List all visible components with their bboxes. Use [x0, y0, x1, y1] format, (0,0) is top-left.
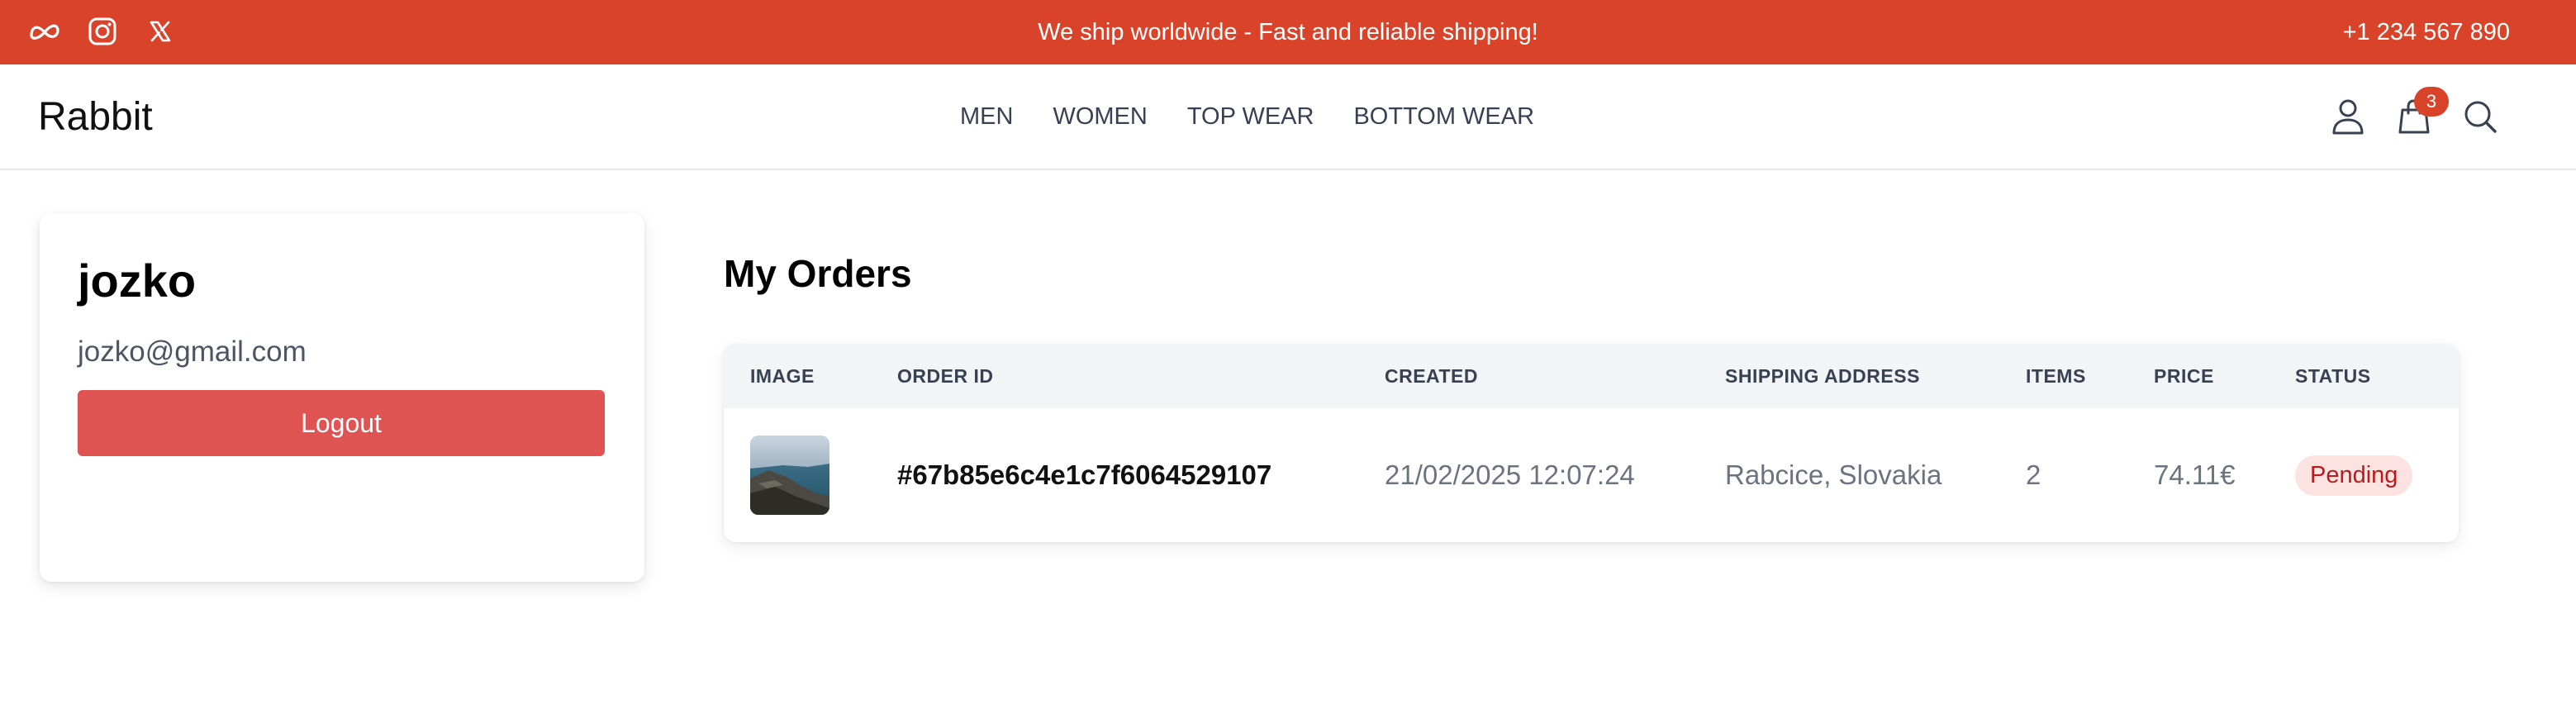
- orders-table: IMAGE ORDER ID CREATED SHIPPING ADDRESS …: [724, 344, 2459, 542]
- nav-links: MEN WOMEN TOP WEAR BOTTOM WEAR: [960, 64, 1534, 169]
- table-header: IMAGE ORDER ID CREATED SHIPPING ADDRESS …: [724, 344, 2459, 408]
- order-items-count: 2: [2026, 459, 2041, 490]
- order-price: 74.11€: [2154, 459, 2236, 490]
- profile-username: jozko: [78, 255, 197, 307]
- main-navbar: Rabbit MEN WOMEN TOP WEAR BOTTOM WEAR 3: [0, 64, 2576, 170]
- nav-link-bottom-wear[interactable]: BOTTOM WEAR: [1353, 103, 1534, 131]
- announcement-bar: We ship worldwide - Fast and reliable sh…: [0, 0, 2576, 64]
- cart-count-badge: 3: [2414, 87, 2449, 117]
- nav-link-men[interactable]: MEN: [960, 103, 1013, 131]
- status-badge: Pending: [2295, 455, 2413, 496]
- order-id[interactable]: #67b85e6c4e1c7f6064529107: [897, 408, 1271, 542]
- profile-card: jozko jozko@gmail.com Logout: [40, 213, 644, 582]
- cart-icon[interactable]: 3: [2396, 87, 2449, 135]
- order-status-cell: Pending: [2295, 408, 2413, 542]
- col-header-order-id: ORDER ID: [897, 364, 994, 387]
- col-header-shipping-address: SHIPPING ADDRESS: [1725, 364, 1920, 387]
- order-image-cell: [750, 408, 829, 542]
- announcement-text: We ship worldwide - Fast and reliable sh…: [1038, 18, 1538, 45]
- nav-link-top-wear[interactable]: TOP WEAR: [1187, 103, 1314, 131]
- col-header-created: CREATED: [1385, 364, 1478, 387]
- order-shipping-address: Rabcice, Slovakia: [1725, 459, 1942, 490]
- user-icon[interactable]: [2330, 98, 2366, 135]
- order-thumbnail[interactable]: [750, 436, 829, 515]
- col-header-status: STATUS: [2295, 364, 2371, 387]
- site-logo[interactable]: Rabbit: [38, 64, 153, 169]
- col-header-price: PRICE: [2154, 364, 2214, 387]
- nav-link-women[interactable]: WOMEN: [1053, 103, 1147, 131]
- order-created: 21/02/2025 12:07:24: [1385, 459, 1635, 490]
- profile-email: jozko@gmail.com: [78, 336, 307, 368]
- col-header-image: IMAGE: [750, 364, 815, 387]
- logout-button[interactable]: Logout: [78, 390, 605, 456]
- nav-actions: 3: [2330, 64, 2498, 169]
- col-header-items: ITEMS: [2026, 364, 2086, 387]
- phone-number[interactable]: +1 234 567 890: [2343, 0, 2510, 64]
- orders-title: My Orders: [724, 252, 912, 295]
- search-icon[interactable]: [2462, 98, 2498, 135]
